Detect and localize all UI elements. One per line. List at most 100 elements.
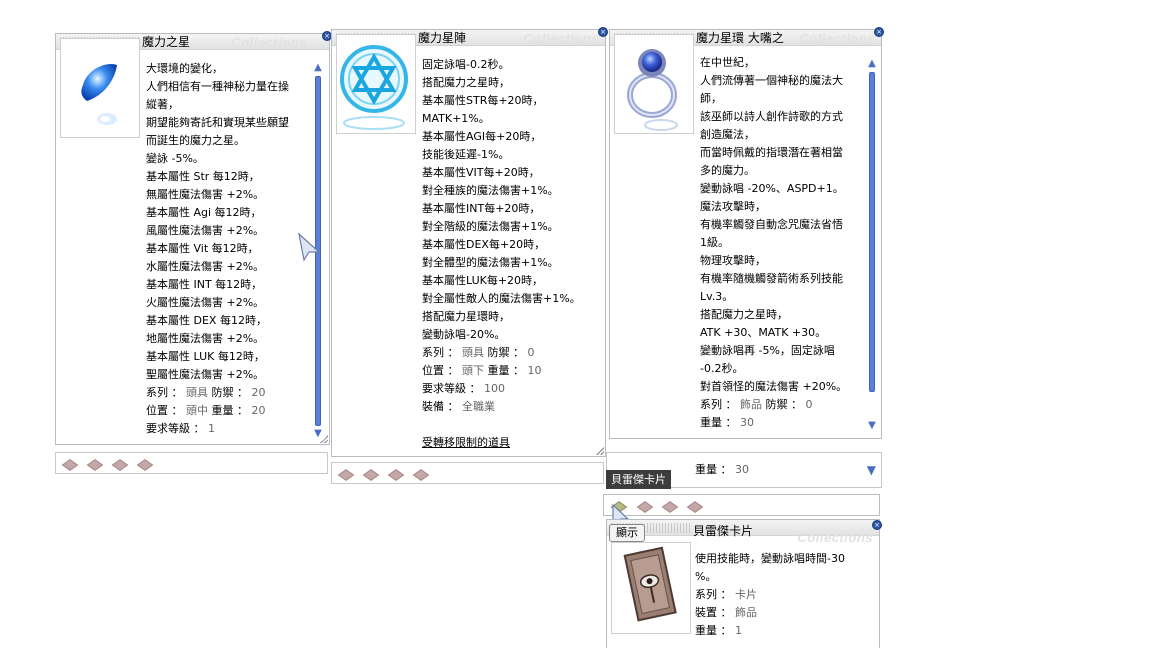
item-description: 大環境的變化， 人們相信有一種神秘力量在操 縱著， 期望能夠寄託和實現某些願望 而誕生的… [146,60,289,438]
resize-handle-icon[interactable] [320,435,328,443]
description-line: 對全體型的魔法傷害+1%。 [422,256,559,269]
description-line: 該巫師以詩人創作詩歌的方式 [700,110,843,123]
resize-handle-icon[interactable] [596,447,604,455]
property-label: 裝置 ： [695,606,735,619]
card-slot-bar [331,462,604,484]
description-line: 基本屬性DEX每+20時， [422,238,546,251]
property-row: 裝備 ： 全職業 [422,398,581,416]
property-value: 20 [251,386,266,399]
description-line: 無屬性魔法傷害 +2%。 [146,188,265,201]
description-line: 在中世紀， [700,56,755,69]
property-label: 位置 ： [422,364,462,377]
property-value: 全職業 [462,400,495,413]
window-title: 魔力星陣 [418,31,467,45]
card-slot-icon[interactable] [136,459,154,471]
description-line: 變動詠唱再 -5%，固定詠唱 [700,344,835,357]
description-line: 基本屬性 Str 每12時， [146,170,260,183]
item-tooltip: 貝雷傑卡片 [606,470,671,489]
property-row: 裝置 ： 飾品 [695,604,845,622]
card-slot-icon[interactable] [86,459,104,471]
scroll-down-arrow-icon[interactable]: ▼ [867,463,876,477]
property-value: 30 [740,416,754,429]
weight-value: 30 [735,463,749,476]
description-line: 變動詠唱-20%。 [422,328,506,341]
description-line: 基本屬性 INT 每12時， [146,278,263,291]
description-line: 基本屬性 DEX 每12時， [146,314,267,327]
property-row: 重量 ： 1 [695,622,845,640]
description-line: 而當時佩戴的指環潛在著相當 [700,146,843,159]
property-row: 系列 ： 頭具 防禦 ： 20 [146,384,289,402]
property-value: 飾品 [735,606,757,619]
card-slot-icon[interactable] [61,459,79,471]
property-row: 重量 ： 30 [700,414,847,432]
description-line: 基本屬性AGI每+20時， [422,130,542,143]
property-label: 裝備 ： [422,400,462,413]
card-slot-icon[interactable] [412,469,430,481]
property-value: 10 [527,364,542,377]
scrollbar-thumb[interactable] [869,72,875,392]
description-line: 變詠 -5%。 [146,152,204,165]
description-line: 對全種族的魔法傷害+1%。 [422,184,559,197]
collections-watermark: Collections [799,31,875,46]
scroll-up-arrow-icon[interactable]: ▲ [867,58,877,70]
description-line: 基本屬性 LUK 每12時， [146,350,265,363]
property-label: 要求等級 ： [146,422,208,435]
description-line: 魔法攻擊時， [700,200,766,213]
description-line: 基本屬性 Agi 每12時， [146,206,262,219]
card-icon [623,546,677,622]
description-line: 使用技能時，變動詠唱時間-30 [695,552,845,565]
card-slot-icon[interactable] [636,501,654,513]
description-line: 對全屬性敵人的魔法傷害+1%。 [422,292,581,305]
description-line: 而誕生的魔力之星。 [146,134,245,147]
description-line: 搭配魔力星環時， [422,310,510,323]
property-value: 1 [735,624,742,637]
description-line: 有機率觸發自動念咒魔法省悟 [700,218,843,231]
property-value: 100 [484,382,505,395]
scrollbar[interactable]: ▲ ▼ [867,58,877,432]
property-value: 頭具 [462,346,484,359]
description-line: 固定詠唱-0.2秒。 [422,58,510,71]
collections-watermark: Collections [523,31,599,46]
card-slot-icon[interactable] [387,469,405,481]
card-slot-icon[interactable] [362,469,380,481]
item-image [611,542,691,634]
property-label: 重量 ： [484,364,528,377]
item-window-magic-circle: 魔力星陣 Collections × 固定詠唱-0.2秒。 搭配魔力之星時， 基本屬… [331,27,608,457]
property-row: 系列 ： 頭具 防禦 ： 0 [422,344,581,362]
scroll-down-arrow-icon[interactable]: ▼ [867,420,877,432]
description-line: -0.2秒。 [700,362,744,375]
description-line: 人們相信有一種神秘力量在操 [146,80,289,93]
property-value: 0 [805,398,813,411]
blue-gem-icon [81,63,117,125]
card-slot-icon[interactable] [111,459,129,471]
description-line: 對全階級的魔法傷害+1%。 [422,220,559,233]
description-line: 風屬性魔法傷害 +2%。 [146,224,265,237]
description-line: 基本屬性STR每+20時， [422,94,544,107]
description-line: 水屬性魔法傷害 +2%。 [146,260,265,273]
close-button[interactable]: × [872,520,882,530]
close-button[interactable]: × [598,27,608,37]
property-value: 頭下 [462,364,484,377]
description-line: 搭配魔力之星時， [700,308,788,321]
property-row: 系列 ： 卡片 [695,586,845,604]
description-line: 有機率隨機觸發箭術系列技能 [700,272,843,285]
transfer-restriction-link[interactable]: 受轉移限制的道具 [422,434,581,452]
description-line: 基本屬性INT每+20時， [422,202,541,215]
scroll-up-arrow-icon[interactable]: ▲ [313,62,323,74]
window-title: 魔力之星 [142,35,191,49]
description-line: 師， [700,92,722,105]
description-line: 多的魔力。 [700,164,755,177]
property-label: 系列 ： [422,346,462,359]
close-button[interactable]: × [874,27,884,37]
property-label: 要求等級 ： [422,382,484,395]
property-label: 防禦 ： [762,398,806,411]
show-button[interactable]: 顯示 [609,524,645,542]
card-slot-icon[interactable] [337,469,355,481]
property-label: 系列 ： [700,398,740,411]
description-line: 1級。 [700,236,729,249]
card-slot-icon[interactable] [686,501,704,513]
property-label: 系列 ： [146,386,186,399]
window-title: 魔力星環 大嘴之 [696,31,784,45]
card-slot-icon[interactable] [661,501,679,513]
description-line: 搭配魔力之星時， [422,76,510,89]
